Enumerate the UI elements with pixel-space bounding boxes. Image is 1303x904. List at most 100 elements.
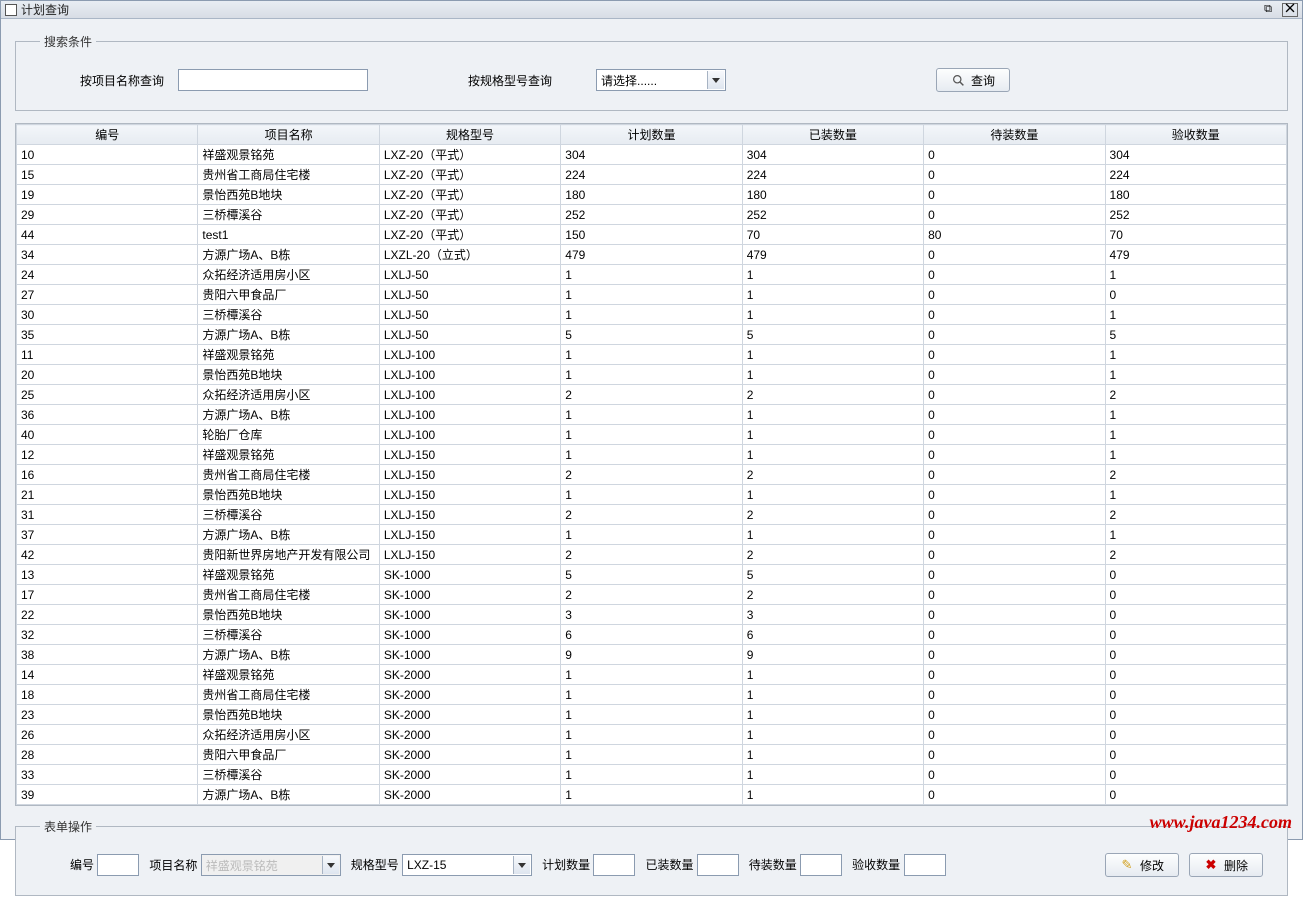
table-cell: 1 (561, 745, 742, 765)
form-legend: 表单操作 (40, 818, 96, 835)
form-plan-input[interactable] (593, 854, 635, 876)
table-header-cell[interactable]: 编号 (17, 125, 198, 145)
query-button[interactable]: 查询 (936, 68, 1010, 92)
table-cell: SK-1000 (379, 625, 560, 645)
table-cell: 方源广场A、B栋 (198, 245, 379, 265)
table-row[interactable]: 25众拓经济适用房小区LXLJ-1002202 (17, 385, 1287, 405)
search-spec-combo[interactable]: 请选择...... (596, 69, 726, 91)
table-header-cell[interactable]: 计划数量 (561, 125, 742, 145)
table-header-cell[interactable]: 待装数量 (924, 125, 1105, 145)
table-row[interactable]: 37方源广场A、B栋LXLJ-1501101 (17, 525, 1287, 545)
table-cell: 150 (561, 225, 742, 245)
table-cell: 23 (17, 705, 198, 725)
form-accept-input[interactable] (904, 854, 946, 876)
table-row[interactable]: 40轮胎厂仓库LXLJ-1001101 (17, 425, 1287, 445)
table-row[interactable]: 30三桥橝溪谷LXLJ-501101 (17, 305, 1287, 325)
table-cell: 0 (924, 205, 1105, 225)
table-cell: 方源广场A、B栋 (198, 405, 379, 425)
table-cell: 40 (17, 425, 198, 445)
table-header-cell[interactable]: 规格型号 (379, 125, 560, 145)
table-row[interactable]: 18贵州省工商局住宅楼SK-20001100 (17, 685, 1287, 705)
search-spec-value: 请选择...... (601, 72, 657, 89)
table-row[interactable]: 10祥盛观景铭苑LXZ-20（平式）3043040304 (17, 145, 1287, 165)
table-row[interactable]: 13祥盛观景铭苑SK-10005500 (17, 565, 1287, 585)
table-cell: 9 (742, 645, 923, 665)
search-name-label: 按项目名称查询 (80, 72, 164, 89)
table-cell: 0 (1105, 285, 1286, 305)
window-icon (5, 4, 17, 16)
table-cell: 1 (742, 725, 923, 745)
form-pending-label: 待装数量 (749, 858, 797, 872)
table-row[interactable]: 29三桥橝溪谷LXZ-20（平式）2522520252 (17, 205, 1287, 225)
edit-button[interactable]: ✎ 修改 (1105, 853, 1179, 877)
table-row[interactable]: 35方源广场A、B栋LXLJ-505505 (17, 325, 1287, 345)
table-header-row: 编号项目名称规格型号计划数量已装数量待装数量验收数量 (17, 125, 1287, 145)
table-cell: 0 (924, 785, 1105, 805)
table-row[interactable]: 12祥盛观景铭苑LXLJ-1501101 (17, 445, 1287, 465)
table-header-cell[interactable]: 项目名称 (198, 125, 379, 145)
table-cell: 0 (1105, 585, 1286, 605)
table-header-cell[interactable]: 验收数量 (1105, 125, 1286, 145)
window-title: 计划查询 (21, 1, 69, 18)
table-row[interactable]: 31三桥橝溪谷LXLJ-1502202 (17, 505, 1287, 525)
table-row[interactable]: 26众拓经济适用房小区SK-20001100 (17, 725, 1287, 745)
table-row[interactable]: 14祥盛观景铭苑SK-20001100 (17, 665, 1287, 685)
table-row[interactable]: 21景怡西苑B地块LXLJ-1501101 (17, 485, 1287, 505)
delete-button[interactable]: ✖ 删除 (1189, 853, 1263, 877)
table-cell: 1 (742, 445, 923, 465)
form-name-label: 项目名称 (149, 859, 197, 873)
table-cell: SK-1000 (379, 605, 560, 625)
table-cell: SK-2000 (379, 665, 560, 685)
table-row[interactable]: 32三桥橝溪谷SK-10006600 (17, 625, 1287, 645)
table-row[interactable]: 28贵阳六甲食品厂SK-20001100 (17, 745, 1287, 765)
table-cell: 1 (742, 365, 923, 385)
table-row[interactable]: 33三桥橝溪谷SK-20001100 (17, 765, 1287, 785)
table-row[interactable]: 15贵州省工商局住宅楼LXZ-20（平式）2242240224 (17, 165, 1287, 185)
pencil-icon: ✎ (1120, 858, 1134, 872)
table-cell: 30 (17, 305, 198, 325)
table-cell: LXLJ-100 (379, 425, 560, 445)
table-row[interactable]: 24众拓经济适用房小区LXLJ-501101 (17, 265, 1287, 285)
table-scroll[interactable]: 编号项目名称规格型号计划数量已装数量待装数量验收数量 10祥盛观景铭苑LXZ-2… (16, 124, 1287, 805)
table-cell: LXLJ-50 (379, 305, 560, 325)
form-spec-combo[interactable]: LXZ-15 (402, 854, 532, 876)
table-cell: 1 (1105, 445, 1286, 465)
table-cell: 三桥橝溪谷 (198, 625, 379, 645)
table-row[interactable]: 27贵阳六甲食品厂LXLJ-501100 (17, 285, 1287, 305)
table-cell: 方源广场A、B栋 (198, 525, 379, 545)
form-installed-input[interactable] (697, 854, 739, 876)
table-cell: 贵州省工商局住宅楼 (198, 585, 379, 605)
table-row[interactable]: 20景怡西苑B地块LXLJ-1001101 (17, 365, 1287, 385)
table-cell: 14 (17, 665, 198, 685)
table-row[interactable]: 34方源广场A、B栋LXZL-20（立式）4794790479 (17, 245, 1287, 265)
table-cell: 2 (561, 505, 742, 525)
table-cell: 39 (17, 785, 198, 805)
table-cell: 31 (17, 505, 198, 525)
table-cell: LXLJ-100 (379, 405, 560, 425)
table-row[interactable]: 16贵州省工商局住宅楼LXLJ-1502202 (17, 465, 1287, 485)
form-spec-label: 规格型号 (351, 858, 399, 872)
table-cell: 1 (561, 685, 742, 705)
table-row[interactable]: 19景怡西苑B地块LXZ-20（平式）1801800180 (17, 185, 1287, 205)
table-cell: 0 (924, 165, 1105, 185)
table-row[interactable]: 22景怡西苑B地块SK-10003300 (17, 605, 1287, 625)
table-row[interactable]: 17贵州省工商局住宅楼SK-10002200 (17, 585, 1287, 605)
table-header-cell[interactable]: 已装数量 (742, 125, 923, 145)
table-cell: 5 (1105, 325, 1286, 345)
table-row[interactable]: 23景怡西苑B地块SK-20001100 (17, 705, 1287, 725)
table-cell: LXLJ-150 (379, 465, 560, 485)
table-row[interactable]: 39方源广场A、B栋SK-20001100 (17, 785, 1287, 805)
table-cell: 2 (561, 585, 742, 605)
restore-button[interactable]: ⧉ (1260, 3, 1276, 17)
table-row[interactable]: 42贵阳新世界房地产开发有限公司LXLJ-1502202 (17, 545, 1287, 565)
table-row[interactable]: 36方源广场A、B栋LXLJ-1001101 (17, 405, 1287, 425)
table-cell: 2 (1105, 465, 1286, 485)
close-button[interactable]: ⨉ (1282, 3, 1298, 17)
table-row[interactable]: 44test1LXZ-20（平式）150708070 (17, 225, 1287, 245)
table-cell: SK-2000 (379, 705, 560, 725)
table-row[interactable]: 38方源广场A、B栋SK-10009900 (17, 645, 1287, 665)
table-row[interactable]: 11祥盛观景铭苑LXLJ-1001101 (17, 345, 1287, 365)
content: 搜索条件 按项目名称查询 按规格型号查询 请选择...... (1, 19, 1302, 904)
table-cell: 5 (561, 565, 742, 585)
search-name-input[interactable] (178, 69, 368, 91)
